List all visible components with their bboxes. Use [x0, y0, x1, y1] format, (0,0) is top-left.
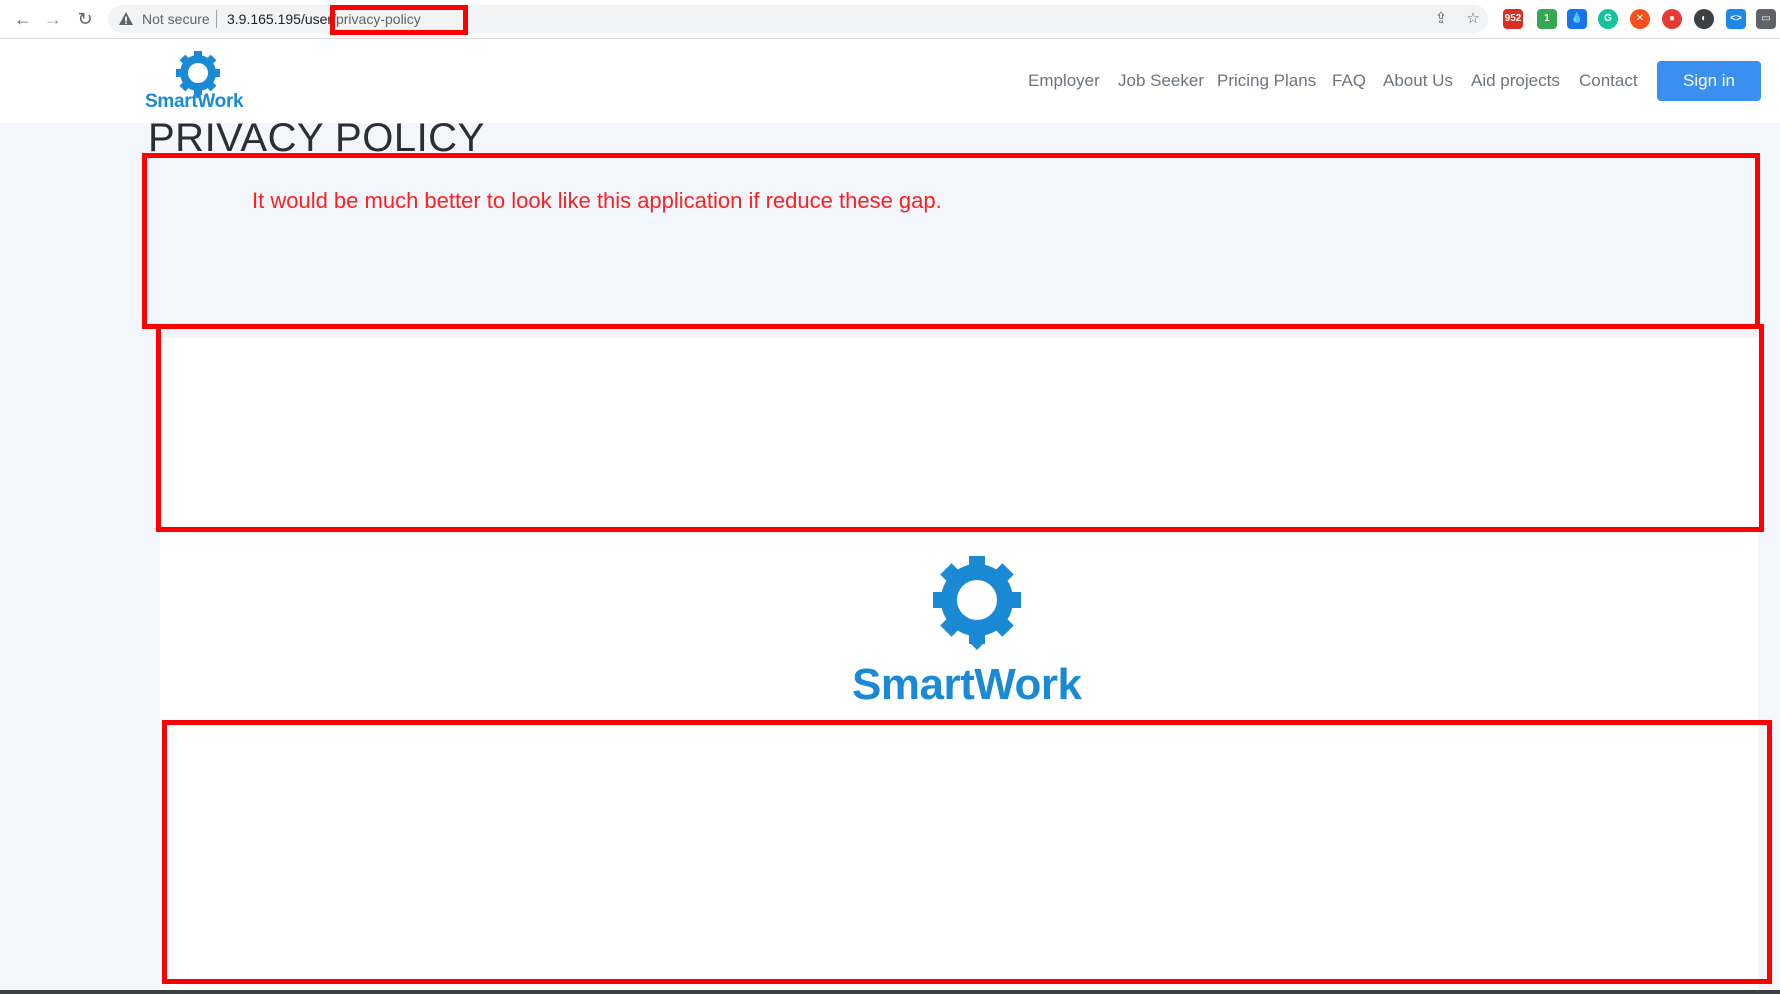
- annotation-gap-box-1: [142, 153, 1760, 329]
- reload-icon[interactable]: ↻: [72, 6, 98, 32]
- browser-toolbar: ← → ↻ Not secure 3.9.165.195/user/privac…: [0, 0, 1780, 39]
- nav-about-us[interactable]: About Us: [1383, 71, 1453, 91]
- drop-extension-icon[interactable]: 💧: [1567, 9, 1587, 29]
- back-arrow-icon[interactable]: ←: [10, 6, 36, 32]
- sign-in-button[interactable]: Sign in: [1657, 61, 1761, 101]
- nav-aid-projects[interactable]: Aid projects: [1471, 71, 1560, 91]
- nav-job-seeker[interactable]: Job Seeker: [1118, 71, 1204, 91]
- forward-arrow-icon[interactable]: →: [40, 6, 66, 32]
- address-separator: [216, 10, 217, 28]
- mouse-extension-icon[interactable]: ◐: [1694, 9, 1714, 29]
- logo-wordmark[interactable]: SmartWork: [145, 91, 244, 113]
- shield-extension-icon[interactable]: 1: [1537, 9, 1557, 29]
- code-extension-icon[interactable]: <>: [1726, 9, 1746, 29]
- url-host: 3.9.165.195/user: [227, 11, 333, 27]
- share-icon[interactable]: ⇪: [1432, 10, 1450, 28]
- annotation-gap-box-2: [156, 324, 1764, 532]
- site-header: SmartWork Employer Job Seeker Pricing Pl…: [0, 39, 1780, 123]
- security-label: Not secure: [142, 11, 210, 27]
- annotation-gap-box-3: [162, 720, 1772, 984]
- screen-extension-icon[interactable]: ▭: [1756, 9, 1776, 29]
- bookmark-star-icon[interactable]: ☆: [1464, 10, 1482, 28]
- footer-logo-wordmark: SmartWork: [852, 660, 1082, 709]
- nav-contact[interactable]: Contact: [1579, 71, 1638, 91]
- warning-icon: [119, 12, 133, 25]
- nav-employer[interactable]: Employer: [1028, 71, 1100, 91]
- nav-pricing-plans[interactable]: Pricing Plans: [1217, 71, 1316, 91]
- close-extension-icon[interactable]: ✕: [1630, 9, 1650, 29]
- annotation-note: It would be much better to look like thi…: [252, 188, 942, 213]
- nav-faq[interactable]: FAQ: [1332, 71, 1366, 91]
- annotation-url-box: [330, 5, 468, 35]
- grammarly-extension-icon[interactable]: G: [1598, 9, 1618, 29]
- smartwork-footer-logo-icon: [933, 556, 1021, 650]
- window-bottom-border: [0, 990, 1780, 994]
- record-extension-icon[interactable]: ●: [1662, 9, 1682, 29]
- gmail-extension-icon[interactable]: 952: [1503, 9, 1523, 29]
